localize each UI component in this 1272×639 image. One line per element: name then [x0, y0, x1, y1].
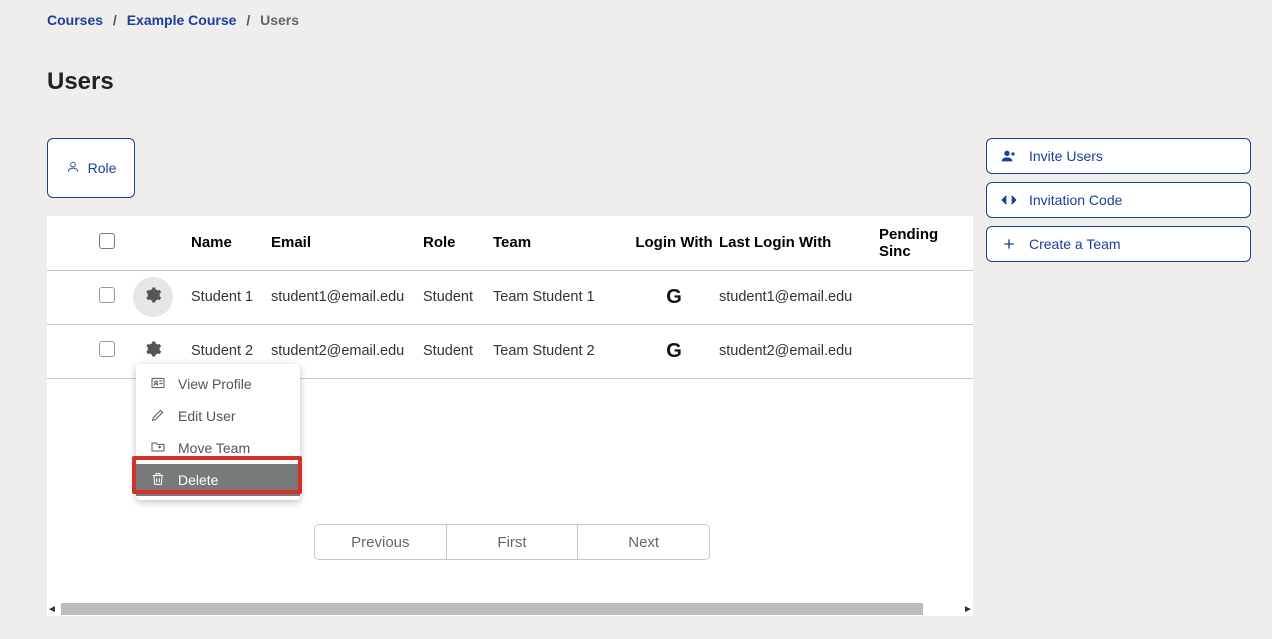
invitation-code-label: Invitation Code: [1029, 192, 1122, 208]
th-pending-since: Pending Sinc: [879, 216, 973, 270]
cell-pending-since: [879, 324, 973, 378]
table-row: Student 1 student1@email.edu Student Tea…: [47, 270, 973, 324]
pencil-icon: [150, 407, 166, 426]
menu-edit-user[interactable]: Edit User: [136, 400, 300, 432]
role-filter-label: Role: [88, 160, 117, 176]
th-team: Team: [493, 216, 629, 270]
create-team-button[interactable]: Create a Team: [986, 226, 1251, 262]
id-card-icon: [150, 375, 166, 394]
page-title: Users: [47, 68, 114, 96]
invite-users-button[interactable]: Invite Users: [986, 138, 1251, 174]
cell-email: student1@email.edu: [271, 270, 423, 324]
select-all-checkbox[interactable]: [99, 233, 115, 249]
th-last-login-with: Last Login With: [719, 216, 879, 270]
cell-role: Student: [423, 324, 493, 378]
menu-move-team[interactable]: Move Team: [136, 432, 300, 464]
users-table: Name Email Role Team Login With Last Log…: [47, 216, 973, 379]
menu-delete[interactable]: Delete: [136, 464, 300, 496]
google-icon: G: [629, 286, 719, 309]
row-actions-button[interactable]: [133, 277, 173, 317]
menu-label: Edit User: [178, 408, 236, 424]
folder-move-icon: [150, 439, 166, 458]
trash-icon: [150, 471, 166, 490]
breadcrumb-current: Users: [260, 12, 299, 28]
cell-last-login: student1@email.edu: [719, 270, 879, 324]
user-icon: [66, 160, 80, 177]
scroll-thumb[interactable]: [61, 603, 923, 615]
plus-icon: [1001, 236, 1017, 252]
scroll-track[interactable]: [61, 603, 959, 615]
th-login-with: Login With: [629, 216, 719, 270]
th-email: Email: [271, 216, 423, 270]
invitation-code-button[interactable]: Invitation Code: [986, 182, 1251, 218]
invite-users-label: Invite Users: [1029, 148, 1103, 164]
breadcrumb-courses[interactable]: Courses: [47, 12, 103, 28]
menu-view-profile[interactable]: View Profile: [136, 368, 300, 400]
scroll-right-arrow[interactable]: ►: [963, 604, 973, 615]
code-icon: [1001, 192, 1017, 208]
scroll-left-arrow[interactable]: ◄: [47, 604, 57, 615]
create-team-label: Create a Team: [1029, 236, 1121, 252]
cell-team: Team Student 2: [493, 324, 629, 378]
row-checkbox[interactable]: [99, 341, 115, 357]
menu-label: Delete: [178, 472, 218, 488]
cell-last-login: student2@email.edu: [719, 324, 879, 378]
row-actions-menu: View Profile Edit User Move Team Delete: [136, 364, 300, 500]
menu-label: Move Team: [178, 440, 250, 456]
pager-next[interactable]: Next: [577, 525, 709, 559]
pager-first[interactable]: First: [446, 525, 578, 559]
horizontal-scrollbar[interactable]: ◄ ►: [47, 600, 973, 618]
cell-team: Team Student 1: [493, 270, 629, 324]
breadcrumb-separator: /: [246, 12, 250, 28]
th-role: Role: [423, 216, 493, 270]
role-filter-button[interactable]: Role: [47, 138, 135, 198]
pagination: Previous First Next: [314, 524, 710, 560]
breadcrumb: Courses / Example Course / Users: [47, 12, 299, 28]
th-name: Name: [191, 216, 271, 270]
menu-label: View Profile: [178, 376, 252, 392]
breadcrumb-example-course[interactable]: Example Course: [127, 12, 237, 28]
breadcrumb-separator: /: [113, 12, 117, 28]
cell-role: Student: [423, 270, 493, 324]
pager-previous[interactable]: Previous: [315, 525, 446, 559]
user-plus-icon: [1001, 148, 1017, 164]
cell-name: Student 1: [191, 270, 271, 324]
google-icon: G: [629, 340, 719, 363]
row-checkbox[interactable]: [99, 287, 115, 303]
gear-icon: [144, 286, 162, 308]
gear-icon: [144, 340, 162, 362]
cell-pending-since: [879, 270, 973, 324]
